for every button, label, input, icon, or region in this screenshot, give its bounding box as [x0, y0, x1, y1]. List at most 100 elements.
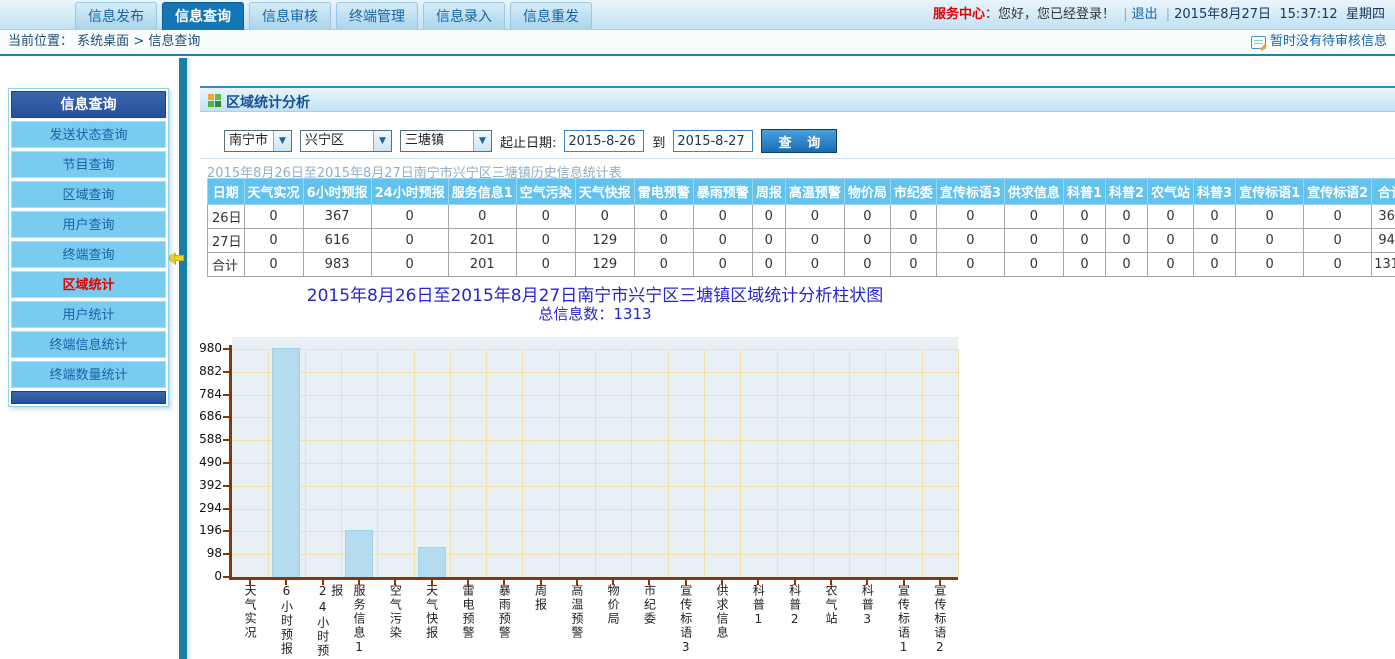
x-axis-label-宣传标语1: 宣传标语1 [897, 584, 911, 656]
nav-tab-信息重发[interactable]: 信息重发 [510, 2, 592, 30]
city-select[interactable]: 南宁市 ▼ [224, 130, 292, 152]
x-axis-label-物价局: 物价局 [606, 584, 620, 626]
x-axis-label-科普2: 科普2 [788, 584, 802, 628]
table-cell: 0 [785, 253, 844, 277]
x-axis-label-24小时预报: 24小时预报 [316, 584, 330, 659]
town-select[interactable]: 三塘镇 ▼ [400, 130, 492, 152]
city-select-value: 南宁市 [225, 131, 273, 151]
breadcrumb-root-link[interactable]: 系统桌面 [77, 34, 129, 49]
table-cell: 0 [1304, 205, 1372, 229]
nav-tab-终端管理[interactable]: 终端管理 [336, 2, 418, 30]
chevron-down-icon: ▼ [273, 131, 291, 151]
gridline [849, 349, 850, 577]
table-cell: 0 [752, 253, 785, 277]
table-row-26日: 26日0367000000000000000000367 [208, 205, 1395, 229]
table-cell: 983 [303, 253, 371, 277]
table-col-供求信息: 供求信息 [1004, 179, 1063, 205]
table-col-合计: 合计 [1372, 179, 1395, 205]
chart-x-axis [229, 577, 958, 580]
nav-tab-信息审核[interactable]: 信息审核 [249, 2, 331, 30]
table-col-周报: 周报 [752, 179, 785, 205]
gridline [777, 349, 778, 577]
x-axis-label-天气实况: 天气实况 [243, 584, 257, 640]
sidebar-item-用户查询[interactable]: 用户查询 [11, 211, 166, 238]
table-cell: 0 [844, 253, 890, 277]
table-cell: 0 [1304, 253, 1372, 277]
table-cell: 0 [693, 253, 752, 277]
table-cell: 616 [303, 229, 371, 253]
x-axis-label-6小时预报: 6小时预报 [279, 584, 293, 656]
gridline [522, 349, 523, 577]
sidebar-item-终端数量统计[interactable]: 终端数量统计 [11, 361, 166, 388]
y-axis-label: 392 [184, 478, 222, 492]
sidebar-item-终端信息统计[interactable]: 终端信息统计 [11, 331, 166, 358]
chart-subtitle: 总信息数：1313 [232, 303, 958, 324]
breadcrumb-prefix: 当前位置： [8, 34, 73, 49]
table-cell: 0 [693, 229, 752, 253]
sidebar-item-区域统计[interactable]: 区域统计 [11, 271, 166, 298]
table-cell: 0 [1063, 229, 1105, 253]
audit-notification[interactable]: 暂时没有待审核信息 [1251, 30, 1387, 54]
y-axis-label: 588 [184, 432, 222, 446]
table-col-农气站: 农气站 [1148, 179, 1194, 205]
x-axis-label-市纪委: 市纪委 [642, 584, 656, 626]
table-cell: 367 [303, 205, 371, 229]
sidebar-item-终端查询[interactable]: 终端查询 [11, 241, 166, 268]
table-cell: 0 [244, 205, 303, 229]
table-cell: 0 [936, 205, 1004, 229]
table-col-6小时预报: 6小时预报 [303, 179, 371, 205]
table-cell: 0 [1063, 205, 1105, 229]
end-date-input[interactable] [673, 130, 753, 152]
table-cell: 0 [575, 205, 634, 229]
table-cell: 0 [1004, 253, 1063, 277]
table-cell: 0 [634, 253, 693, 277]
left-arrow-tail [174, 255, 184, 261]
table-col-物价局: 物价局 [844, 179, 890, 205]
grid-squares-icon [208, 94, 221, 107]
row-label: 合计 [208, 253, 245, 277]
table-cell: 0 [516, 229, 575, 253]
table-cell: 1313 [1372, 253, 1395, 277]
gridline [377, 349, 378, 577]
nav-tab-信息查询[interactable]: 信息查询 [162, 2, 244, 30]
current-weekday: 星期四 [1346, 7, 1385, 22]
x-axis-label-供求信息: 供求信息 [715, 584, 729, 640]
gridline [813, 349, 814, 577]
logout-link[interactable]: 退出 [1132, 7, 1158, 22]
sidebar-item-节目查询[interactable]: 节目查询 [11, 151, 166, 178]
x-axis-label-宣传标语3: 宣传标语3 [679, 584, 693, 656]
start-date-input[interactable] [564, 130, 644, 152]
x-axis-label-高温预警: 高温预警 [570, 584, 584, 640]
table-col-天气快报: 天气快报 [575, 179, 634, 205]
table-cell: 0 [448, 205, 516, 229]
table-cell: 946 [1372, 229, 1395, 253]
table-cell: 0 [1194, 229, 1236, 253]
sidebar-collapse-arrow[interactable] [166, 252, 186, 264]
bar-服务信息1 [345, 530, 373, 577]
table-cell: 0 [1004, 205, 1063, 229]
breadcrumb-current-link[interactable]: 信息查询 [148, 34, 200, 49]
nav-tab-信息发布[interactable]: 信息发布 [75, 2, 157, 30]
table-col-空气污染: 空气污染 [516, 179, 575, 205]
table-col-科普2: 科普2 [1105, 179, 1147, 205]
table-col-市纪委: 市纪委 [890, 179, 936, 205]
separator: | [1123, 7, 1127, 22]
table-cell: 0 [1148, 229, 1194, 253]
table-col-宣传标语3: 宣传标语3 [936, 179, 1004, 205]
sidebar-item-发送状态查询[interactable]: 发送状态查询 [11, 121, 166, 148]
sidebar-item-区域查询[interactable]: 区域查询 [11, 181, 166, 208]
query-button[interactable]: 查 询 [761, 129, 837, 153]
statistics-table: 日期天气实况6小时预报24小时预报服务信息1空气污染天气快报雷电预警暴雨预警周报… [207, 178, 1395, 277]
greeting-text: ：您好，您已经登录！ [985, 7, 1115, 22]
table-row-合计: 合计098302010129000000000000001313 [208, 253, 1395, 277]
district-select[interactable]: 兴宁区 ▼ [300, 130, 392, 152]
table-col-暴雨预警: 暴雨预警 [693, 179, 752, 205]
gridline [704, 349, 705, 577]
nav-tab-信息录入[interactable]: 信息录入 [423, 2, 505, 30]
sidebar-item-用户统计[interactable]: 用户统计 [11, 301, 166, 328]
gridline [885, 349, 886, 577]
date-range-label: 起止日期: [500, 132, 556, 151]
table-cell: 0 [1194, 205, 1236, 229]
y-axis-label: 98 [184, 546, 222, 560]
gridline [668, 349, 669, 577]
